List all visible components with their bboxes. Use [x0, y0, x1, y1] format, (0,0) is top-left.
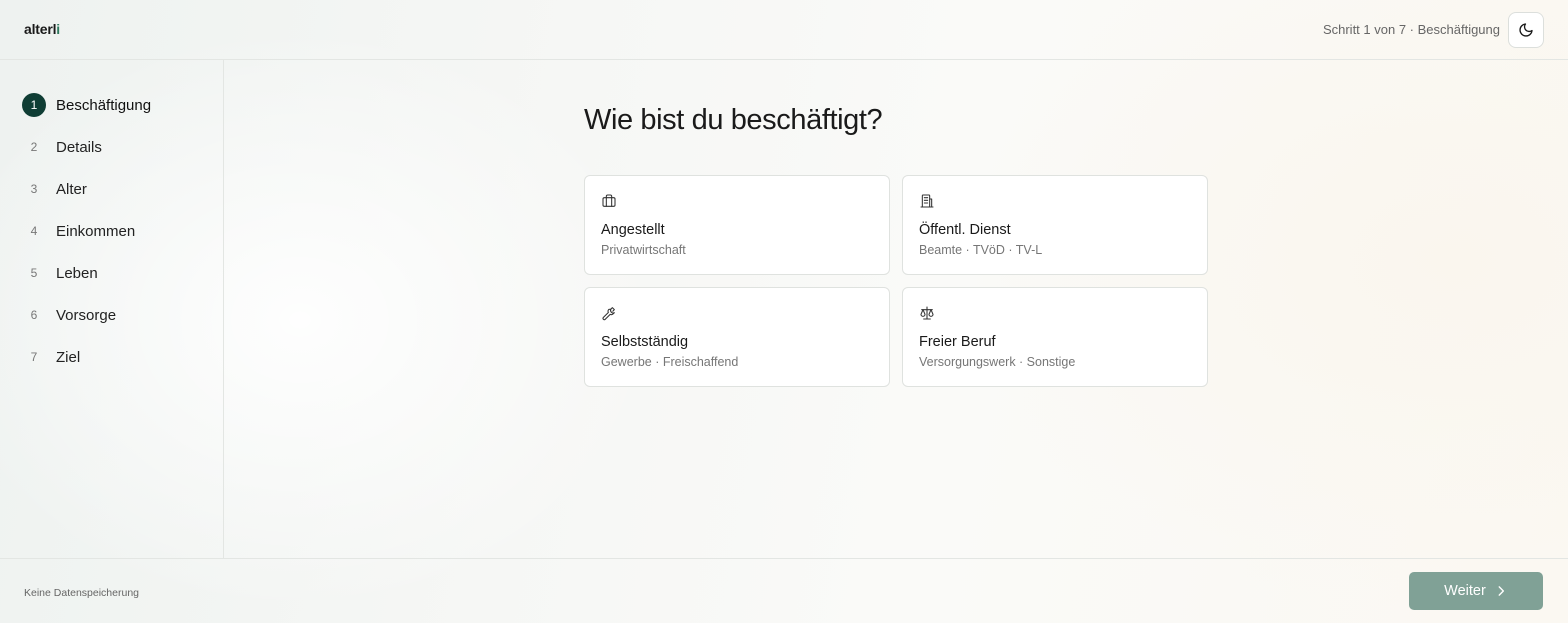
sidebar-item-alter[interactable]: 3 Alter [22, 177, 151, 201]
option-card-oeffentl-dienst[interactable]: Öffentl. Dienst Beamte · TVöD · TV-L [902, 175, 1208, 275]
sidebar-item-beschaeftigung[interactable]: 1 Beschäftigung [22, 93, 151, 117]
building-icon [920, 194, 934, 208]
next-button[interactable]: Weiter [1409, 572, 1543, 610]
option-subtitle: Gewerbe · Freischaffend [601, 355, 739, 369]
page-title: Wie bist du beschäftigt? [584, 104, 883, 136]
step-label: Alter [56, 180, 87, 198]
scales-icon [920, 306, 934, 320]
privacy-note: Keine Datenspeicherung [24, 587, 139, 599]
step-label: Beschäftigung [56, 96, 152, 114]
sidebar-item-leben[interactable]: 5 Leben [22, 261, 151, 285]
theme-toggle-button[interactable] [1508, 12, 1544, 48]
option-title: Freier Beruf [919, 334, 996, 350]
logo-text: alterl [24, 21, 57, 37]
moon-icon [1519, 23, 1533, 37]
step-number: 2 [30, 140, 38, 154]
step-label: Ziel [56, 348, 81, 366]
step-label: Details [56, 138, 102, 156]
step-status: Schritt 1 von 7 · Beschäftigung [1322, 22, 1500, 37]
step-list: 1 Beschäftigung 2 Details 3 Alter 4 Eink… [22, 93, 151, 387]
step-number: 3 [30, 182, 38, 196]
step-number: 7 [30, 350, 38, 364]
wrench-icon [602, 307, 615, 321]
option-card-angestellt[interactable]: Angestellt Privatwirtschaft [584, 175, 890, 275]
step-number: 4 [30, 224, 38, 238]
sidebar-item-ziel[interactable]: 7 Ziel [22, 345, 151, 369]
step-number: 6 [30, 308, 38, 322]
sidebar-item-details[interactable]: 2 Details [22, 135, 151, 159]
chevron-right-icon [1498, 586, 1504, 596]
option-subtitle: Versorgungswerk · Sonstige [919, 355, 1076, 369]
sidebar-item-einkommen[interactable]: 4 Einkommen [22, 219, 151, 243]
sidebar: 1 Beschäftigung 2 Details 3 Alter 4 Eink… [0, 60, 224, 558]
sidebar-item-vorsorge[interactable]: 6 Vorsorge [22, 303, 151, 327]
footer-bar: Keine Datenspeicherung Weiter [0, 558, 1568, 623]
step-number: 1 [22, 93, 46, 117]
option-title: Selbstständig [601, 334, 689, 350]
step-number: 5 [30, 266, 38, 280]
logo[interactable]: alterli [24, 21, 60, 37]
option-card-freier-beruf[interactable]: Freier Beruf Versorgungswerk · Sonstige [902, 287, 1208, 387]
option-title: Öffentl. Dienst [919, 222, 1011, 238]
briefcase-icon [602, 194, 616, 207]
option-title: Angestellt [601, 222, 665, 238]
option-subtitle: Beamte · TVöD · TV-L [919, 243, 1043, 257]
step-label: Einkommen [56, 222, 136, 240]
step-label: Leben [56, 264, 98, 282]
option-subtitle: Privatwirtschaft [601, 243, 686, 257]
logo-accent: i [56, 21, 60, 37]
step-label: Vorsorge [56, 306, 117, 324]
top-bar: alterli Schritt 1 von 7 · Beschäftigung [0, 0, 1568, 60]
next-button-label: Weiter [1444, 583, 1486, 599]
option-card-selbststaendig[interactable]: Selbstständig Gewerbe · Freischaffend [584, 287, 890, 387]
